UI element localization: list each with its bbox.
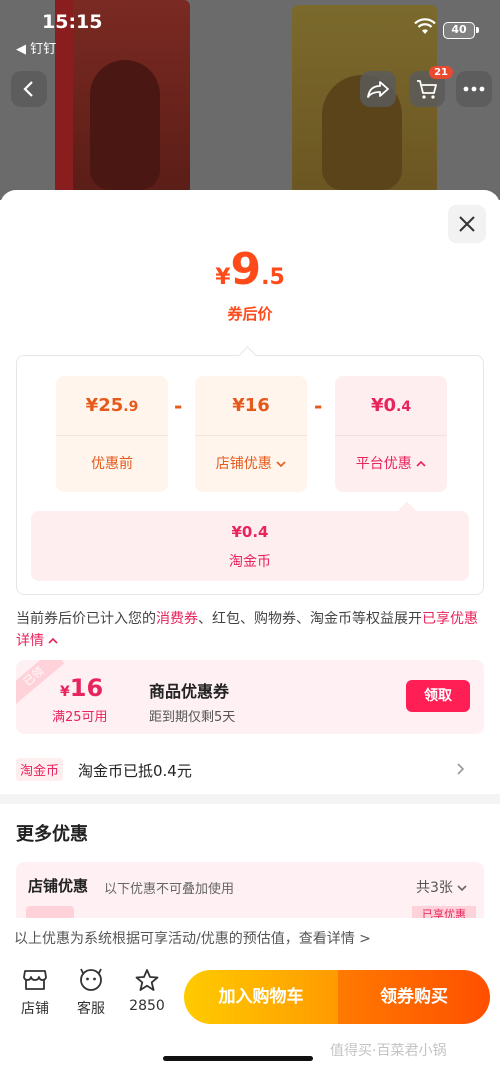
customer-service-entry[interactable]: 客服 — [68, 968, 114, 1018]
claim-and-buy-button[interactable]: 领券购买 — [338, 970, 490, 1024]
coin-deduction-row[interactable]: 淘金币 淘金币已抵0.4元 — [16, 758, 484, 782]
chevron-up-icon — [416, 460, 426, 467]
share-icon — [367, 81, 389, 98]
chevron-up-icon — [48, 637, 59, 644]
shop-discount-value: ¥16 — [195, 376, 307, 436]
shop-discount-section: 店铺优惠 以下优惠不可叠加使用 共3张 已享优惠 — [16, 862, 484, 922]
coupon-amount: ¥16 — [60, 674, 104, 702]
more-dots-icon — [463, 86, 485, 92]
coupon-condition: 满25可用 — [52, 710, 108, 725]
discount-note: 当前券后价已计入您的消费券、红包、购物券、淘金币等权益展开已享优惠详情 — [16, 611, 478, 649]
chevron-down-icon — [276, 461, 286, 468]
shop-coupon-count[interactable]: 共3张 — [416, 877, 467, 897]
home-indicator[interactable] — [163, 1056, 313, 1061]
cart-count-badge: 21 — [429, 66, 453, 79]
shop-discount-title: 店铺优惠 — [28, 877, 89, 895]
shop-discount-label: 店铺优惠 — [195, 436, 307, 492]
original-price-value: ¥25.9 — [56, 376, 168, 436]
coupon-title: 商品优惠券 — [149, 682, 230, 701]
original-price-cell: ¥25.9 优惠前 — [56, 376, 168, 492]
store-icon — [23, 970, 47, 990]
shop-entry[interactable]: 店铺 — [12, 968, 58, 1018]
cart-icon — [417, 80, 437, 99]
price-decimal: .5 — [261, 265, 285, 290]
battery-icon: 40 — [443, 22, 479, 39]
estimate-disclaimer[interactable]: 以上优惠为系统根据可享活动/优惠的预估值，查看详情 > — [0, 918, 500, 958]
price-currency: ¥ — [215, 265, 231, 290]
claim-coupon-button[interactable]: 领取 — [406, 680, 470, 712]
shop-discount-subtitle: 以下优惠不可叠加使用 — [104, 882, 235, 897]
share-button[interactable] — [360, 71, 396, 107]
service-icon — [80, 968, 102, 991]
minus-sign: - — [314, 394, 323, 418]
close-button[interactable] — [448, 205, 486, 243]
coin-discount-box: ¥0.4 淘金币 — [31, 511, 469, 581]
original-price-label: 优惠前 — [91, 456, 133, 472]
favorite-entry[interactable]: 2850 — [124, 968, 170, 1014]
wifi-icon — [414, 18, 436, 34]
favorite-count: 2850 — [129, 998, 165, 1014]
status-time: 15:15 — [42, 11, 103, 33]
platform-discount-label: 平台优惠 — [335, 436, 447, 492]
status-bar: 15:15 ◀ 钉钉 40 — [0, 0, 500, 60]
coin-discount-label: 淘金币 — [229, 554, 271, 570]
chevron-left-icon — [23, 81, 33, 97]
chevron-down-icon — [457, 885, 467, 892]
platform-discount-value: ¥0.4 — [335, 376, 447, 436]
shop-label: 店铺 — [21, 1001, 49, 1017]
coin-discount-value: ¥0.4 — [231, 523, 269, 541]
cart-button[interactable]: 21 — [409, 66, 453, 107]
close-icon — [459, 216, 475, 232]
coin-deduction-text: 淘金币已抵0.4元 — [78, 762, 192, 780]
shop-discount-cell[interactable]: ¥16 店铺优惠 — [195, 376, 307, 492]
coin-tag: 淘金币 — [16, 758, 64, 781]
price-integer: 9 — [230, 244, 262, 295]
product-coupon-card: 已领 ¥16 满25可用 商品优惠券 距到期仅剩5天 领取 — [16, 660, 484, 734]
platform-discount-cell[interactable]: ¥0.4 平台优惠 — [335, 376, 447, 492]
coupon-expiry: 距到期仅剩5天 — [149, 710, 236, 725]
price-breakdown: ¥25.9 优惠前 - ¥16 店铺优惠 - ¥0.4 平台优惠 ¥0.4 淘金… — [16, 355, 484, 595]
add-to-cart-button[interactable]: 加入购物车 — [184, 970, 338, 1024]
final-price: ¥9.5 — [0, 244, 500, 295]
back-button[interactable] — [11, 71, 47, 107]
more-button[interactable] — [456, 71, 492, 107]
watermark-text: 值得买·百菜君小锅 — [330, 1043, 447, 1059]
claimed-ribbon: 已领 — [16, 660, 65, 705]
star-icon — [135, 969, 159, 991]
back-to-app-link[interactable]: ◀ 钉钉 — [16, 38, 56, 57]
more-discounts-title: 更多优惠 — [16, 824, 88, 845]
minus-sign: - — [174, 394, 183, 418]
chevron-right-icon — [457, 763, 465, 775]
final-price-label: 券后价 — [227, 305, 273, 323]
bottom-action-bar: 店铺 客服 2850 加入购物车 领券购买 值得买·百菜君小锅 — [0, 960, 500, 1081]
service-label: 客服 — [77, 1001, 105, 1017]
discount-detail-sheet: ¥9.5 券后价 ¥25.9 优惠前 - ¥16 店铺优惠 - ¥0.4 平台优… — [0, 190, 500, 1081]
section-divider — [0, 794, 500, 804]
